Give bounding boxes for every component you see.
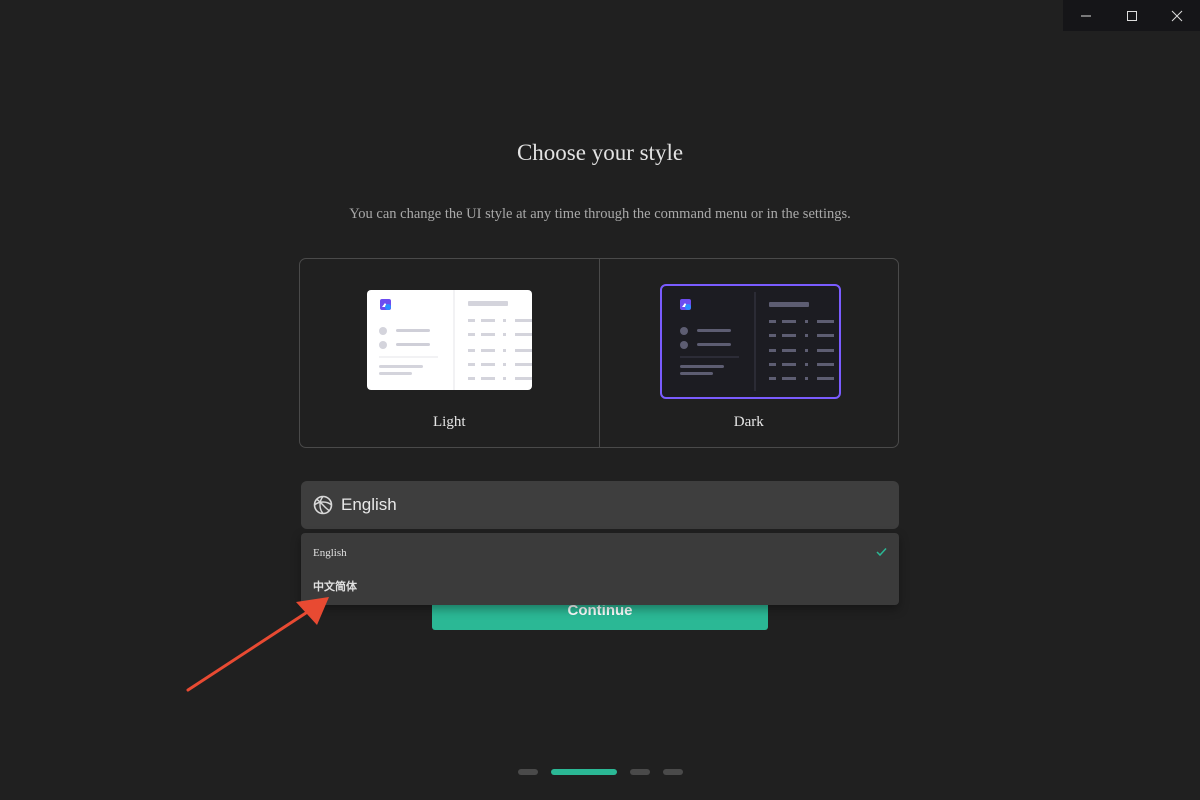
language-dropdown-menu: English 中文简体 [301,533,899,605]
check-icon [876,547,887,557]
close-icon [1171,10,1183,21]
style-option-light[interactable]: Light [300,259,599,447]
step-dot-active[interactable] [551,769,617,775]
step-dot[interactable] [630,769,650,775]
globe-icon [313,495,333,515]
page-subtitle: You can change the UI style at any time … [349,206,851,222]
step-indicator [0,769,1200,775]
minimize-button[interactable] [1063,0,1109,31]
light-theme-preview [367,290,532,390]
style-selector: Light Dark [299,258,899,448]
language-option-chinese-simplified[interactable]: 中文简体 [301,570,899,602]
page-title: Choose your style [516,140,684,165]
language-select-value: English [341,495,397,514]
language-option-english[interactable]: English [301,537,899,569]
maximize-icon [1126,10,1137,21]
style-label-dark: Dark [733,414,764,430]
step-dot[interactable] [663,769,683,775]
style-option-dark[interactable]: Dark [598,259,899,447]
language-option-label: English [313,547,347,559]
language-option-label: 中文简体 [313,580,357,593]
style-label-light: Light [433,414,466,430]
close-button[interactable] [1154,0,1200,31]
minimize-icon [1080,15,1091,16]
dark-theme-preview [659,284,841,399]
maximize-button[interactable] [1109,0,1155,31]
language-select[interactable]: English [301,481,899,529]
step-dot[interactable] [518,769,538,775]
window-controls [1063,0,1200,31]
